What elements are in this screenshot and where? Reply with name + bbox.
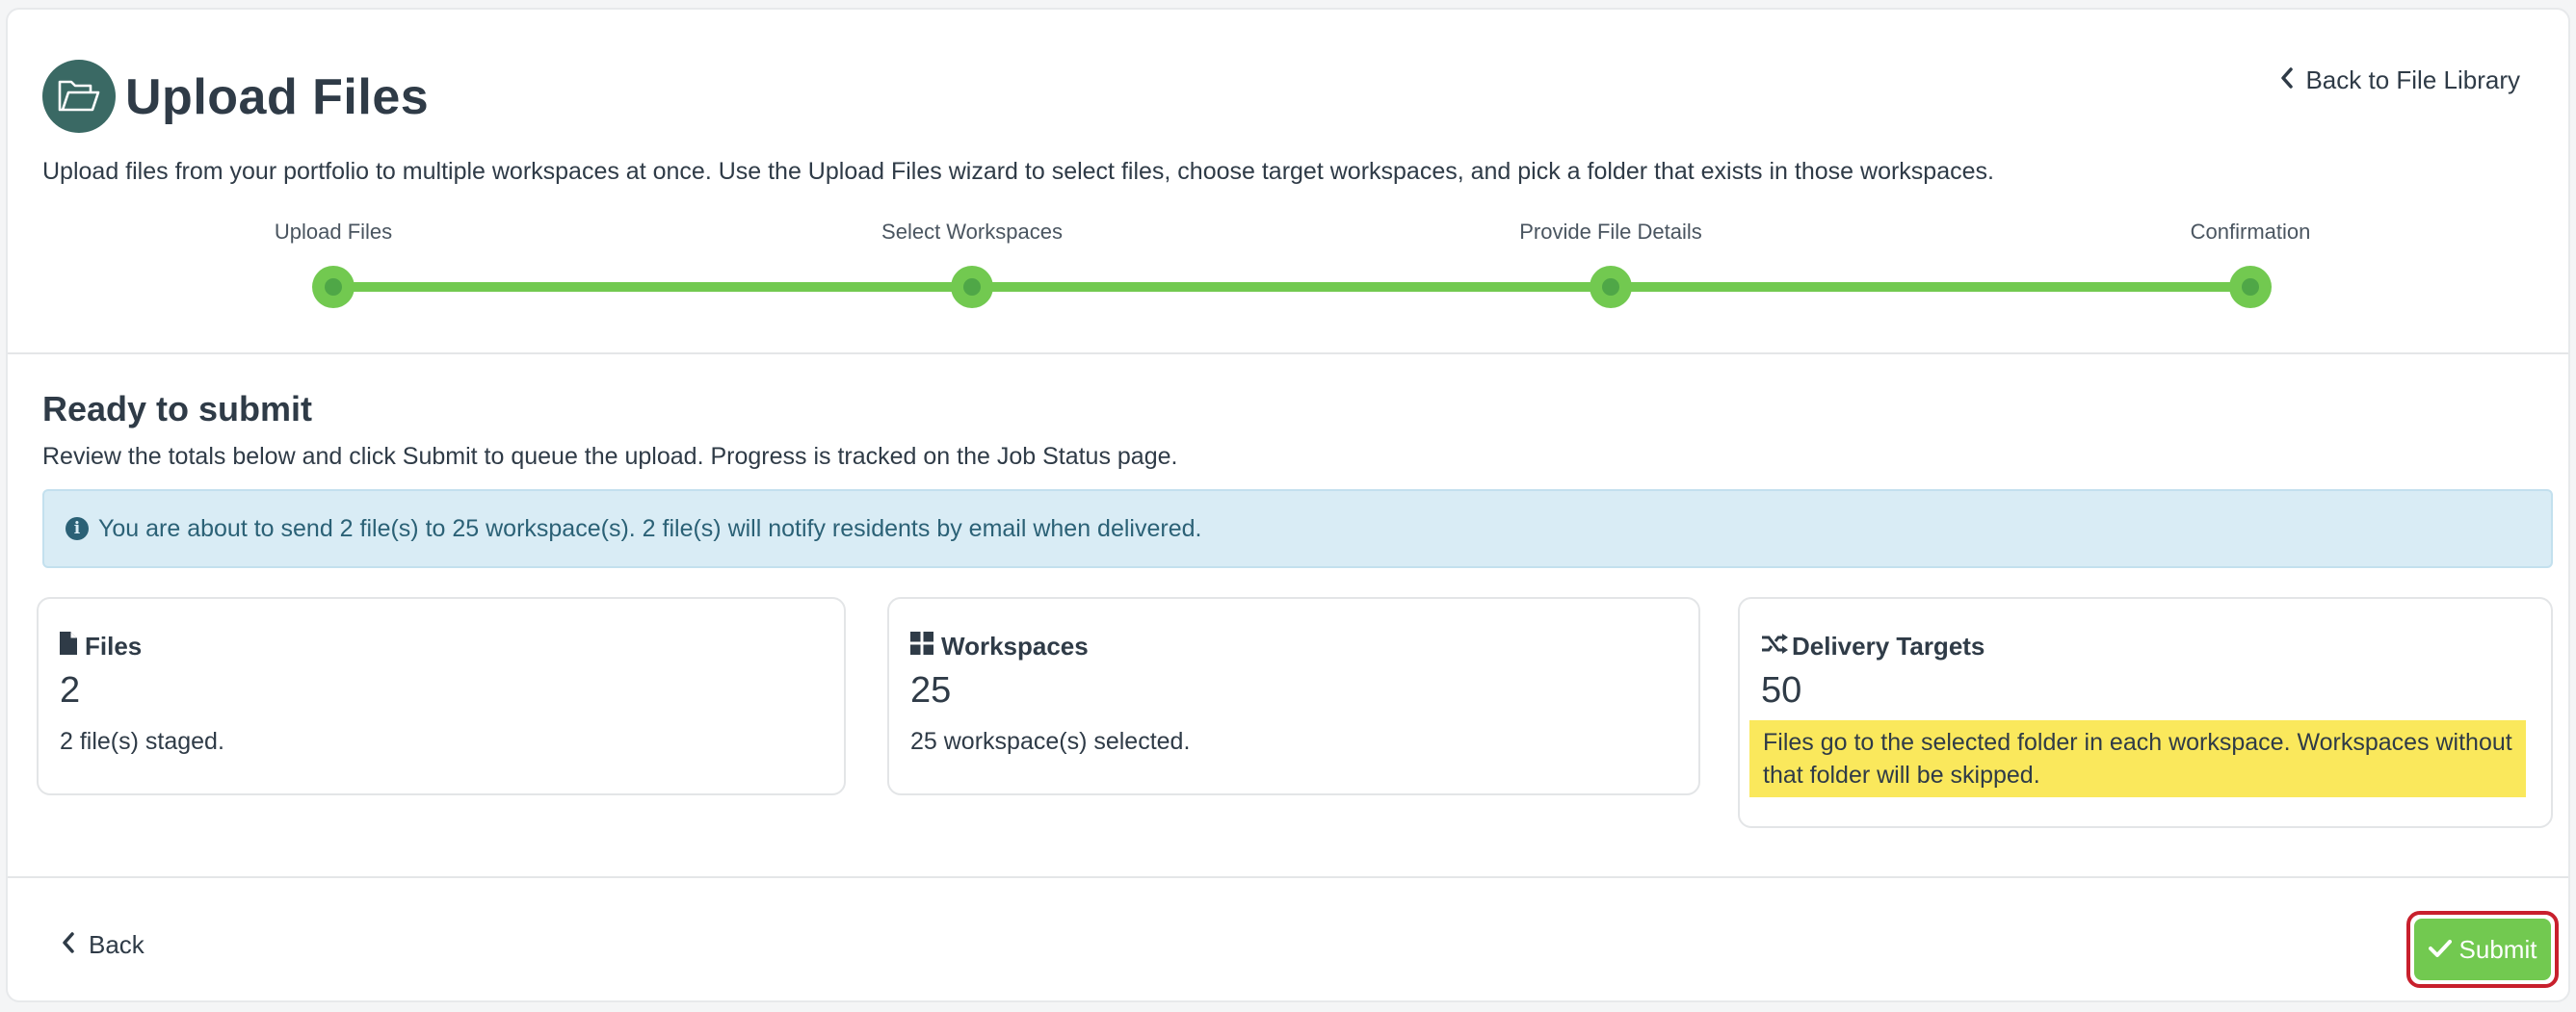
shuffle-icon	[1761, 632, 1788, 662]
section-description: Review the totals below and click Submit…	[42, 443, 1178, 470]
workspaces-stat-value: 25	[910, 670, 952, 711]
grid-icon	[910, 632, 933, 662]
step-marker-provide-file-details[interactable]	[1590, 266, 1632, 308]
back-link-label: Back to File Library	[2305, 65, 2520, 94]
submit-focus-ring: Submit	[2406, 911, 2559, 988]
checkmark-icon	[2428, 935, 2452, 965]
step-label-upload-files: Upload Files	[274, 220, 393, 244]
delivery-targets-stat-card: Delivery Targets 50 Files go to the sele…	[1738, 597, 2553, 828]
stepper-progress-line	[333, 282, 2250, 292]
wizard-stepper: Upload Files Select Workspaces Provide F…	[8, 212, 2572, 327]
files-stat-value: 2	[60, 670, 81, 711]
files-stat-title: Files	[85, 632, 143, 661]
step-marker-confirmation[interactable]	[2229, 266, 2272, 308]
delivery-targets-stat-value: 50	[1761, 670, 1802, 711]
files-stat-note: 2 file(s) staged.	[60, 728, 224, 755]
back-to-file-library-link[interactable]: Back to File Library	[2280, 62, 2520, 98]
back-button[interactable]: Back	[62, 930, 145, 960]
section-divider	[8, 352, 2568, 354]
workspaces-stat-title: Workspaces	[941, 632, 1089, 661]
back-button-label: Back	[89, 930, 145, 959]
step-marker-select-workspaces[interactable]	[951, 266, 993, 308]
file-icon	[60, 632, 77, 662]
step-label-confirmation: Confirmation	[2190, 220, 2311, 244]
submit-button-label: Submit	[2458, 934, 2537, 964]
page-intro: Upload files from your portfolio to mult…	[42, 158, 1994, 185]
page-title: Upload Files	[125, 69, 430, 125]
workspaces-stat-note: 25 workspace(s) selected.	[910, 728, 1191, 755]
info-icon: i	[66, 517, 89, 540]
submit-button[interactable]: Submit	[2414, 919, 2551, 980]
workspaces-stat-card: Workspaces 25 25 workspace(s) selected.	[887, 597, 1700, 795]
chevron-left-icon	[62, 930, 75, 960]
delivery-targets-stat-note: Files go to the selected folder in each …	[1749, 720, 2526, 797]
chevron-left-icon	[2280, 62, 2294, 98]
files-stat-card: Files 2 2 file(s) staged.	[37, 597, 846, 795]
delivery-targets-stat-title: Delivery Targets	[1792, 632, 1985, 661]
info-alert-text: You are about to send 2 file(s) to 25 wo…	[98, 514, 1202, 542]
step-label-select-workspaces: Select Workspaces	[881, 220, 1063, 244]
step-label-provide-file-details: Provide File Details	[1519, 220, 1702, 244]
info-alert: i You are about to send 2 file(s) to 25 …	[42, 489, 2553, 568]
step-marker-upload-files[interactable]	[312, 266, 355, 308]
folder-open-icon	[42, 60, 116, 133]
footer-divider	[8, 876, 2568, 878]
section-title: Ready to submit	[42, 389, 313, 428]
upload-files-panel: Upload Files Back to File Library Upload…	[6, 8, 2570, 1002]
